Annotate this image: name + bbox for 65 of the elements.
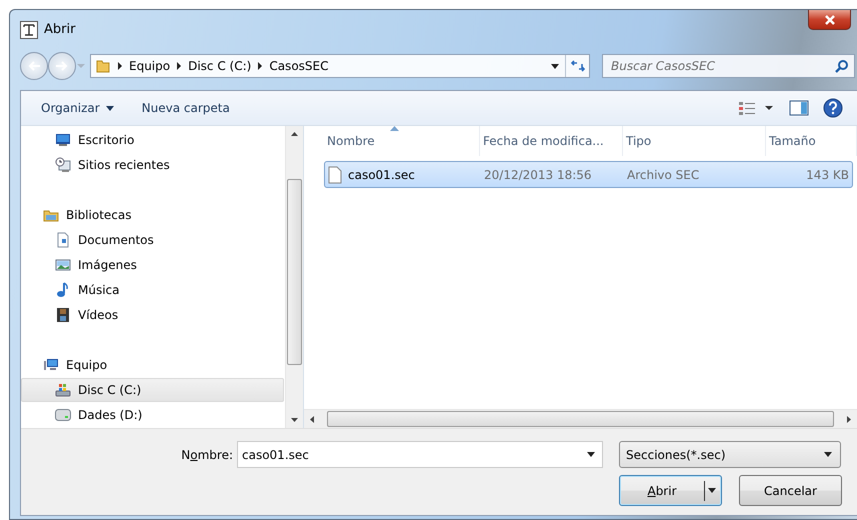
sidebar-item[interactable]: Documentos xyxy=(21,228,284,252)
videos-icon xyxy=(55,307,71,323)
column-header[interactable]: Tipo xyxy=(623,126,766,156)
address-bar[interactable]: Equipo Disc C (C:) CasosSEC xyxy=(90,54,590,78)
music-icon xyxy=(55,282,71,298)
sidebar-item[interactable]: Equipo xyxy=(21,353,284,377)
sidebar-item[interactable]: Sitios recientes xyxy=(21,153,284,177)
open-button[interactable]: Abrir xyxy=(619,475,722,506)
forward-button[interactable] xyxy=(48,52,76,80)
help-icon[interactable] xyxy=(823,98,843,118)
recent-icon xyxy=(55,157,71,173)
file-icon xyxy=(328,166,342,184)
column-header[interactable]: Fecha de modifica... xyxy=(480,126,623,156)
caret-icon xyxy=(106,106,114,110)
documents-icon xyxy=(55,232,71,248)
organize-menu-button[interactable]: Organizar xyxy=(33,97,122,119)
cancel-button[interactable]: Cancelar xyxy=(739,475,842,506)
file-name: caso01.sec xyxy=(348,168,415,182)
file-name-label: Nombre: xyxy=(180,448,234,462)
view-menu-icon[interactable] xyxy=(739,101,775,115)
drive-icon xyxy=(55,407,71,423)
arrow-left-icon xyxy=(27,60,41,72)
sidebar-item[interactable]: Vídeos xyxy=(21,303,284,327)
chevron-right-icon xyxy=(176,62,182,70)
column-header[interactable]: Nombre xyxy=(324,126,480,156)
new-folder-button[interactable]: Nueva carpeta xyxy=(134,97,238,119)
chevron-right-icon xyxy=(257,62,264,70)
window-title: Abrir xyxy=(44,22,76,37)
table-cell-text: 20/12/2013 18:56 xyxy=(483,168,593,182)
search-icon xyxy=(835,59,849,73)
table-cell-text: 143 KB xyxy=(805,168,850,182)
sidebar-item[interactable]: Bibliotecas xyxy=(21,203,284,227)
column-header[interactable]: Tamaño xyxy=(766,126,857,156)
close-button[interactable] xyxy=(808,10,851,30)
sidebar-item[interactable]: Dades (D:) xyxy=(21,403,284,427)
app-icon xyxy=(20,21,38,39)
computer-icon xyxy=(43,357,59,373)
breadcrumb-item[interactable]: Equipo xyxy=(129,59,170,73)
sidebar-item[interactable]: Disc C (C:) xyxy=(21,378,284,402)
desktop-icon xyxy=(55,132,71,148)
scrollbar-thumb[interactable] xyxy=(327,411,834,427)
arrow-right-icon xyxy=(55,60,69,72)
breadcrumb-item[interactable]: CasosSEC xyxy=(269,59,328,73)
system-drive-icon xyxy=(55,382,71,398)
file-type-dropdown[interactable]: Secciones(*.sec) xyxy=(619,441,841,468)
caret-icon xyxy=(824,452,832,457)
sidebar-item[interactable]: Música xyxy=(21,278,284,302)
caret-icon xyxy=(708,488,716,493)
scrollbar-thumb[interactable] xyxy=(287,179,302,365)
close-icon xyxy=(822,14,836,26)
search-field[interactable]: Buscar CasosSEC xyxy=(602,54,855,78)
sidebar-item[interactable]: Escritorio xyxy=(21,128,284,152)
folder-icon xyxy=(95,58,111,74)
refresh-icon xyxy=(570,59,586,73)
caret-icon xyxy=(587,452,595,457)
chevron-right-icon xyxy=(117,62,123,70)
table-cell-text: Archivo SEC xyxy=(626,168,700,182)
sidebar-item[interactable]: Imágenes xyxy=(21,253,284,277)
caret-icon xyxy=(551,64,559,68)
images-icon xyxy=(55,257,71,273)
preview-pane-icon[interactable] xyxy=(789,100,809,116)
file-name-combo[interactable]: caso01.sec xyxy=(237,441,603,468)
file-row[interactable]: caso01.sec 20/12/2013 18:56 Archivo SEC 143 KB xyxy=(324,161,853,188)
breadcrumb-item[interactable]: Disc C (C:) xyxy=(188,59,252,73)
back-button[interactable] xyxy=(20,52,48,80)
